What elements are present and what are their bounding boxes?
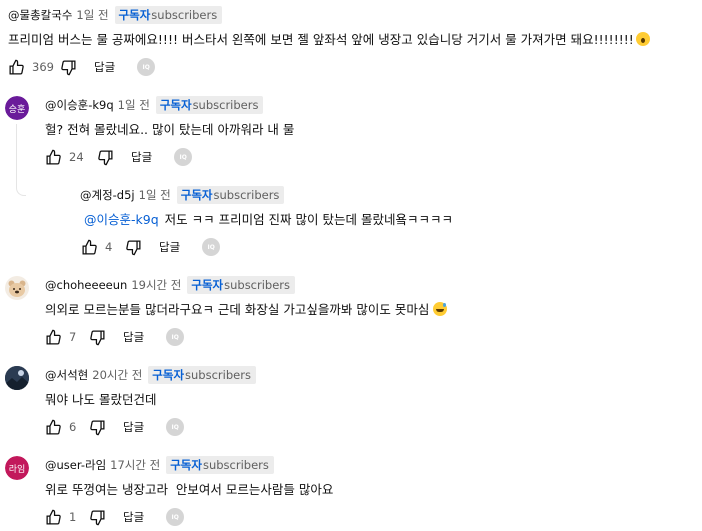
comment-timestamp[interactable]: 19시간 전 [131,277,181,293]
comment-actions: 1 답글 IQ [43,507,185,527]
mention-link[interactable]: @이승훈-k9q [84,212,159,227]
comment-timestamp[interactable]: 17시간 전 [110,457,160,473]
like-count: 4 [105,240,113,254]
dislike-icon[interactable] [95,147,115,167]
like-icon[interactable] [43,507,63,527]
like-icon[interactable] [43,147,63,167]
badge-subscriber-word: subscribers [224,278,291,292]
badge-subscriber-label: 구독자 [170,458,202,472]
comment-header: @user-라임 17시간 전 구독자 subscribers [45,456,274,474]
night-landscape-avatar-icon[interactable] [5,366,29,390]
badge-subscriber-label: 구독자 [152,368,185,382]
like-icon[interactable] [79,237,99,257]
dislike-icon[interactable] [123,237,143,257]
creator-heart-icon[interactable]: IQ [202,238,221,256]
subscriber-badge: 구독자 subscribers [114,6,223,24]
comment-actions: 24 답글 IQ [43,147,193,167]
badge-subscriber-word: subscribers [213,188,280,202]
comment-header: @물총칼국수 1일 전 구독자 subscribers [8,6,223,24]
creator-heart-icon[interactable]: IQ [174,148,193,166]
comment-header: @choheeeeun 19시간 전 구독자 subscribers [45,276,296,294]
teddy-bear-avatar-icon[interactable] [5,276,29,300]
like-count: 369 [32,60,54,74]
badge-subscriber-label: 구독자 [191,278,224,292]
comment-body: 프리미엄 버스는 물 공짜에요!!!! 버스타서 왼쪽에 보면 젤 앞좌석 앞에… [8,32,634,47]
dislike-icon[interactable] [58,57,78,77]
comment-body: 의외로 모르는분들 많더라구요ㅋ 근데 화장실 가고싶을까봐 많이도 못마심 [45,302,430,317]
comment-actions: 7 답글 IQ [43,327,185,347]
comment-actions: 6 답글 IQ [43,417,185,437]
comment-timestamp[interactable]: 1일 전 [139,187,171,203]
comment-text: 뭐야 나도 몰랐던건데 [45,392,157,407]
avatar-initials: 승훈 [5,96,29,120]
badge-subscriber-word: subscribers [151,8,218,22]
like-icon[interactable] [43,327,63,347]
comment-text: 위로 뚜껑여는 냉장고라 안보여서 모르는사람들 많아요 [45,482,334,497]
comment-actions: 4 답글 IQ [79,237,221,257]
badge-subscriber-label: 구독자 [159,98,192,112]
badge-subscriber-label: 구독자 [118,8,151,22]
comment-author[interactable]: @choheeeeun [45,278,127,292]
subscriber-badge: 구독자 subscribers [148,366,256,384]
comment-actions: 369 답글 IQ [6,57,156,77]
like-count: 7 [69,330,77,344]
comment-author[interactable]: @user-라임 [45,457,106,473]
reply-button[interactable]: 답글 [123,509,144,525]
subscriber-badge: 구독자 subscribers [176,186,285,204]
reply-button[interactable]: 답글 [123,419,144,435]
subscriber-badge: 구독자 subscribers [155,96,264,114]
comment-author[interactable]: @계정-d5j [80,187,135,203]
dislike-icon[interactable] [87,507,107,527]
like-count: 1 [69,510,77,524]
like-icon[interactable] [43,417,63,437]
badge-subscriber-word: subscribers [185,368,251,382]
avatar-initials: 라임 [5,456,29,480]
like-icon[interactable] [6,57,26,77]
comment-timestamp[interactable]: 1일 전 [76,7,108,23]
comment-author[interactable]: @물총칼국수 [8,7,72,23]
comment-text: 프리미엄 버스는 물 공짜에요!!!! 버스타서 왼쪽에 보면 젤 앞좌석 앞에… [8,29,650,48]
comment-text: 의외로 모르는분들 많더라구요ㅋ 근데 화장실 가고싶을까봐 많이도 못마심 [45,299,448,318]
comment-header: @서석현 20시간 전 구독자 subscribers [45,366,256,384]
reply-button[interactable]: 답글 [159,239,180,255]
avatar[interactable]: 라임 [5,456,29,480]
comment-text: 헐? 전혀 몰랐네요.. 많이 탔는데 아까워라 내 물 [45,122,295,137]
avatar[interactable]: 승훈 [5,96,29,120]
reply-thread-line [16,124,26,196]
dislike-icon[interactable] [87,417,107,437]
comment-author[interactable]: @서석현 [45,367,88,383]
creator-heart-icon[interactable]: IQ [137,58,156,76]
comment-timestamp[interactable]: 20시간 전 [92,367,142,383]
reply-button[interactable]: 답글 [123,329,144,345]
subscriber-badge: 구독자 subscribers [166,456,274,474]
badge-subscriber-word: subscribers [192,98,259,112]
comment-body: 저도 ㅋㅋ 프리미엄 진짜 많이 탔는데 몰랐네욬ㅋㅋㅋㅋ [164,212,453,227]
astonished-face-icon [635,32,650,46]
comment-text: @이승훈-k9q 저도 ㅋㅋ 프리미엄 진짜 많이 탔는데 몰랐네욬ㅋㅋㅋㅋ [84,209,453,228]
subscriber-badge: 구독자 subscribers [187,276,296,294]
comment-timestamp[interactable]: 1일 전 [118,97,150,113]
creator-heart-icon[interactable]: IQ [166,418,185,436]
reply-button[interactable]: 답글 [94,59,115,75]
creator-heart-icon[interactable]: IQ [166,508,185,526]
comment-header: @이승훈-k9q 1일 전 구독자 subscribers [45,96,264,114]
badge-subscriber-label: 구독자 [180,188,213,202]
like-count: 24 [69,150,84,164]
creator-heart-icon[interactable]: IQ [166,328,185,346]
badge-subscriber-word: subscribers [202,458,269,472]
reply-button[interactable]: 답글 [131,149,152,165]
like-count: 6 [69,420,77,434]
dislike-icon[interactable] [87,327,107,347]
comment-header: @계정-d5j 1일 전 구독자 subscribers [80,186,285,204]
grinning-sweat-face-icon [433,302,448,316]
comment-author[interactable]: @이승훈-k9q [45,97,114,113]
